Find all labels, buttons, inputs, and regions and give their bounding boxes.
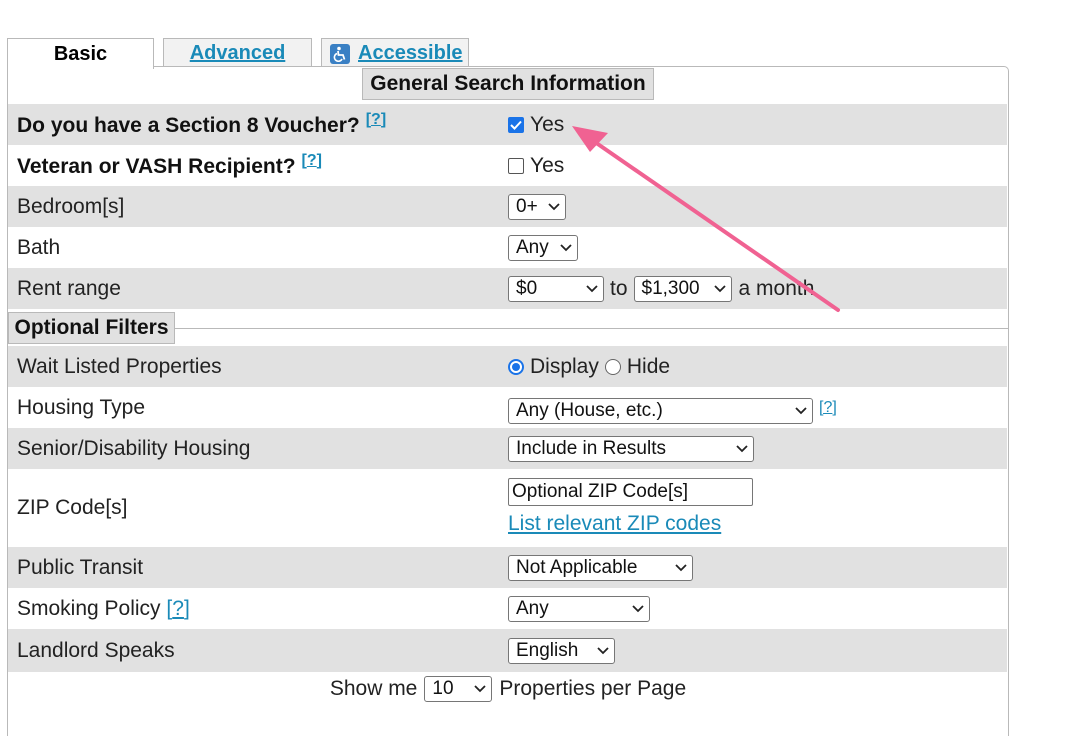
- bedrooms-label: Bedroom[s]: [17, 194, 125, 218]
- transit-value: Not Applicable: [516, 556, 638, 578]
- rent-min-select[interactable]: $0: [508, 275, 604, 302]
- row-housing-type: Housing Type Any (House, etc.) [?]: [8, 387, 1007, 428]
- row-veteran: Veteran or VASH Recipient? [?] Yes: [8, 145, 1007, 186]
- smoking-help-link[interactable]: [?]: [166, 597, 189, 620]
- transit-label: Public Transit: [17, 555, 144, 579]
- transit-select[interactable]: Not Applicable: [508, 554, 693, 581]
- tab-basic-label: Basic: [53, 42, 108, 65]
- general-search-heading: General Search Information: [362, 68, 654, 100]
- tab-accessible-link[interactable]: Accessible: [358, 42, 463, 65]
- show-me-label: Show me: [329, 677, 418, 700]
- chevron-down-icon: [474, 685, 487, 693]
- senior-select[interactable]: Include in Results: [508, 435, 754, 462]
- section8-control: Yes: [508, 113, 564, 137]
- display-radio[interactable]: [508, 358, 524, 375]
- smoking-label: Smoking Policy [?]: [17, 596, 190, 620]
- rent-min-value: $0: [516, 277, 538, 299]
- section8-help-link[interactable]: [?]: [366, 111, 386, 128]
- optional-filters-heading: Optional Filters: [8, 312, 175, 344]
- landlord-value: English: [516, 639, 579, 661]
- chevron-down-icon: [560, 243, 572, 251]
- chevron-down-icon: [736, 444, 748, 452]
- zip-input[interactable]: Optional ZIP Code[s]: [508, 478, 753, 506]
- tab-advanced[interactable]: Advanced: [163, 38, 312, 68]
- landlord-label: Landlord Speaks: [17, 638, 175, 662]
- row-waitlisted: Wait Listed Properties Display Hide: [8, 346, 1007, 387]
- smoking-value: Any: [516, 597, 549, 619]
- smoking-select[interactable]: Any: [508, 595, 650, 622]
- wheelchair-icon: [330, 43, 350, 64]
- zip-codes-link[interactable]: List relevant ZIP codes: [508, 512, 721, 536]
- per-page-select[interactable]: 10: [424, 676, 493, 702]
- rent-to-label: to: [610, 276, 628, 300]
- tab-basic[interactable]: Basic: [7, 38, 154, 69]
- row-senior: Senior/Disability Housing Include in Res…: [8, 428, 1007, 469]
- housing-type-value: Any (House, etc.): [516, 399, 663, 421]
- row-smoking: Smoking Policy [?] Any: [8, 588, 1007, 629]
- per-page-suffix: Properties per Page: [499, 677, 687, 700]
- bath-label: Bath: [17, 235, 61, 259]
- waitlisted-label: Wait Listed Properties: [17, 354, 222, 378]
- row-bedrooms: Bedroom[s] 0+: [8, 186, 1007, 227]
- tab-advanced-link[interactable]: Advanced: [190, 42, 286, 65]
- section8-option-label: Yes: [530, 112, 565, 136]
- rent-control: $0 to $1,300 a month: [508, 275, 815, 302]
- chevron-down-icon: [632, 604, 644, 612]
- hide-radio[interactable]: [604, 358, 621, 375]
- landlord-select[interactable]: English: [508, 637, 615, 664]
- section8-checkbox[interactable]: [508, 116, 524, 133]
- housing-type-select[interactable]: Any (House, etc.): [508, 397, 813, 424]
- senior-label: Senior/Disability Housing: [17, 436, 251, 460]
- results-per-page: Show me 10 Properties per Page: [0, 676, 1016, 702]
- chevron-down-icon: [675, 563, 687, 571]
- bedrooms-select[interactable]: 0+: [508, 193, 566, 220]
- bath-value: Any: [516, 236, 549, 258]
- section8-label: Do you have a Section 8 Voucher? [?]: [17, 111, 387, 137]
- veteran-help-link[interactable]: [?]: [302, 152, 322, 169]
- row-zip: ZIP Code[s] Optional ZIP Code[s] List re…: [8, 469, 1007, 547]
- rent-label: Rent range: [17, 276, 121, 300]
- veteran-control: Yes: [508, 154, 564, 178]
- row-rent: Rent range $0 to $1,300 a month: [8, 268, 1007, 309]
- zip-label: ZIP Code[s]: [17, 496, 128, 519]
- veteran-option-label: Yes: [530, 153, 565, 177]
- chevron-down-icon: [713, 284, 726, 292]
- hide-radio-label: Hide: [626, 354, 671, 378]
- rent-max-select[interactable]: $1,300: [633, 275, 732, 302]
- per-page-value: 10: [432, 678, 454, 699]
- chevron-down-icon: [597, 646, 609, 654]
- row-landlord: Landlord Speaks English: [8, 629, 1007, 672]
- senior-value: Include in Results: [516, 437, 666, 459]
- row-bath: Bath Any: [8, 227, 1007, 268]
- chevron-down-icon: [795, 406, 807, 414]
- chevron-down-icon: [548, 202, 560, 210]
- divider: [175, 328, 1009, 329]
- rent-max-value: $1,300: [641, 277, 700, 299]
- rent-suffix: a month: [738, 276, 815, 300]
- tab-accessible[interactable]: Accessible: [321, 38, 469, 68]
- display-radio-label: Display: [530, 354, 599, 378]
- housing-type-help-link[interactable]: [?]: [819, 399, 837, 417]
- veteran-checkbox[interactable]: [508, 157, 524, 174]
- waitlisted-control: Display Hide: [508, 355, 670, 379]
- housing-type-label: Housing Type: [17, 395, 146, 419]
- veteran-label: Veteran or VASH Recipient? [?]: [17, 152, 322, 178]
- bath-select[interactable]: Any: [508, 234, 578, 261]
- bedrooms-value: 0+: [516, 195, 538, 217]
- chevron-down-icon: [586, 284, 598, 292]
- row-transit: Public Transit Not Applicable: [8, 547, 1007, 588]
- zip-placeholder: Optional ZIP Code[s]: [512, 481, 689, 502]
- row-section8: Do you have a Section 8 Voucher? [?] Yes: [8, 104, 1007, 145]
